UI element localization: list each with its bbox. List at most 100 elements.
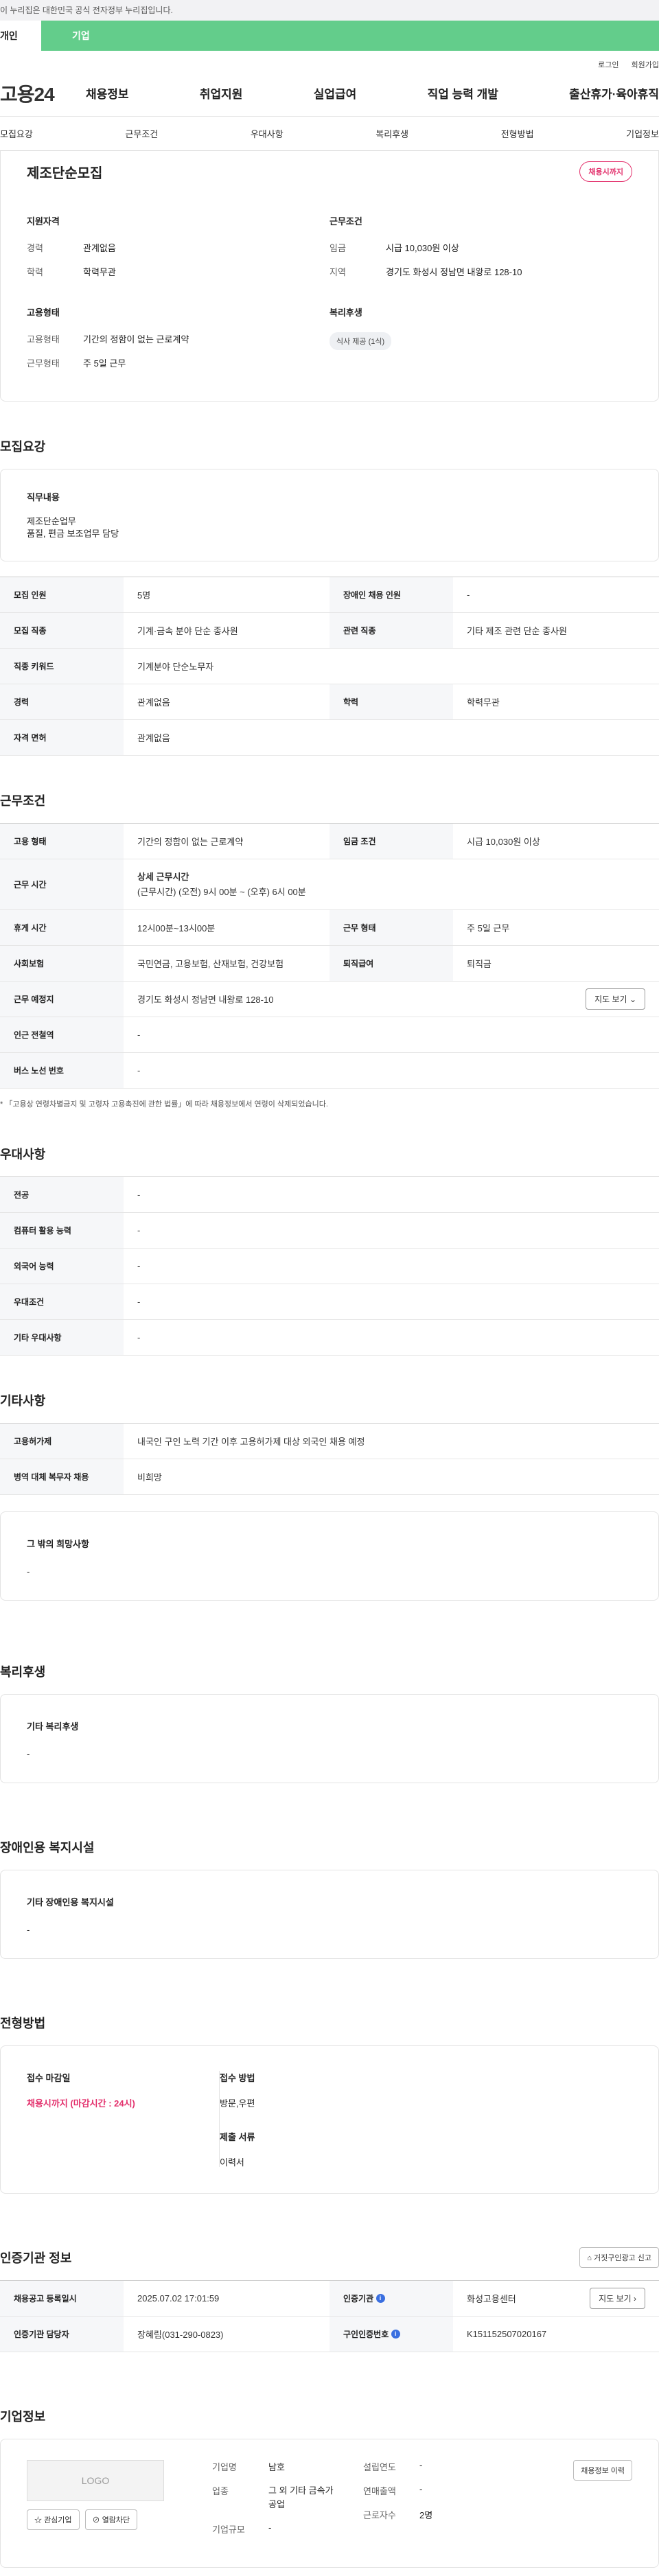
selection-card: 접수 마감일 채용시까지 (마감시간 : 24시) 접수 방법 방문,우편 제출…: [0, 2045, 659, 2194]
deadline-value: 채용시까지 (마감시간 : 24시): [27, 2098, 135, 2109]
other-wish-card: 그 밖의 희망사항 -: [0, 1511, 659, 1601]
th: 인증기관 i: [330, 2281, 453, 2316]
work-type-value: 주 5일 근무: [83, 358, 126, 369]
label: 학력: [27, 267, 43, 277]
gnb-item-support[interactable]: 취업지원: [200, 84, 243, 102]
gov-banner-text: 이 누리집은 대한민국 공식 전자정부 누리집입니다.: [0, 5, 173, 15]
agency-label: 인증기관: [343, 2294, 374, 2304]
agency-table: 채용공고 등록일시 2025.07.02 17:01:59 인증기관 i 화성고…: [0, 2280, 659, 2352]
th: 컴퓨터 활용 능력: [0, 1213, 124, 1248]
anchor-tab-recruit[interactable]: 모집요강: [0, 127, 33, 140]
age-notice: * 「고용상 연령차별금지 및 고령자 고용촉진에 관한 법률」에 따라 채용정…: [0, 1100, 328, 1109]
duty-title: 직무내용: [27, 492, 60, 502]
method-title: 접수 방법: [220, 2073, 255, 2083]
welfare-chip: 식사 제공 (1식): [330, 332, 392, 350]
th: 자격 면허: [0, 720, 124, 755]
th: 관련 직종: [330, 613, 453, 648]
deadline-title: 접수 마감일: [27, 2073, 71, 2083]
registration-value: 2025.07.02 17:01:59: [137, 2293, 220, 2304]
info-icon[interactable]: i: [375, 2294, 385, 2303]
th: 장애인 채용 인원: [330, 577, 453, 612]
gnb-item-jobs[interactable]: 채용정보: [86, 84, 129, 102]
th: 고용허가제: [0, 1424, 124, 1459]
education-value: 학력무관: [467, 697, 500, 708]
wage-value: 시급 10,030원 이상: [386, 243, 459, 253]
gnb-item-benefit[interactable]: 실업급여: [314, 84, 357, 102]
license-value: 관계없음: [137, 733, 170, 743]
map-view-label: 지도 보기: [594, 995, 627, 1004]
th: 전공: [0, 1177, 124, 1212]
anchor-tab-selection[interactable]: 전형방법: [501, 127, 534, 140]
manager-value: 장혜림(031-290-0823): [137, 2330, 224, 2340]
section-title-preference: 우대사항: [0, 1148, 46, 1161]
welfare-title: 복리후생: [330, 308, 362, 318]
block-company-button[interactable]: ⊘ 열람차단: [84, 2509, 138, 2530]
th: 휴게 시간: [0, 910, 124, 945]
anchor-tabs: 모집요강 근무조건 우대사항 복리후생 전형방법 기업정보: [0, 117, 659, 151]
duty-line: 품질, 편금 보조업무 담당: [27, 529, 119, 539]
disabled-headcount-value: -: [467, 590, 470, 600]
region-value: 경기도 화성시 정남면 내왕로 128-10: [386, 267, 522, 277]
gnb-item-leave[interactable]: 출산휴가·육아휴직: [569, 84, 659, 102]
th: 직종 키워드: [0, 649, 124, 684]
docs-value: 이력서: [220, 2157, 244, 2168]
sales-value: -: [419, 2484, 423, 2494]
report-ad-label: 거짓구인광고 신고: [593, 2254, 651, 2262]
label: 설립연도: [363, 2462, 396, 2472]
label: 업종: [212, 2486, 229, 2496]
etc-table: 고용허가제 내국인 구인 노력 기간 이후 고용허가제 대상 외국인 채용 예정 …: [0, 1423, 659, 1495]
th: 구인인증번호 i: [330, 2317, 453, 2352]
job-no-value: K151152507020167: [467, 2329, 547, 2339]
gnb-item-training[interactable]: 직업 능력 개발: [428, 84, 498, 102]
util-links: 로그인 회원가입: [0, 51, 659, 70]
th: 인증기관 담당자: [0, 2317, 124, 2352]
td: -: [137, 1190, 141, 1200]
tab-company[interactable]: 기업: [41, 21, 659, 51]
recruit-table: 모집 인원 5명 장애인 채용 인원 - 모집 직종 기계·금속 분야 단순 종…: [0, 577, 659, 756]
block-icon: ⊘: [92, 2516, 100, 2525]
experience-value: 관계없음: [83, 243, 116, 253]
anchor-tab-conditions[interactable]: 근무조건: [125, 127, 158, 140]
job-summary-card: 제조단순모집 채용시까지 지원자격 경력 관계없음 학력 학력무관 근무조건 임금 시…: [0, 151, 659, 402]
anchor-tab-company[interactable]: 기업정보: [626, 127, 659, 140]
interest-company-button[interactable]: ☆ 관심기업: [27, 2509, 80, 2530]
td: -: [137, 1225, 141, 1235]
method-value: 방문,우편: [220, 2098, 255, 2109]
company-logo: LOGO: [27, 2460, 164, 2501]
conditions-table: 고용 형태 기간의 정함이 없는 근로계약 임금 조건 시급 10,030원 이…: [0, 823, 659, 1089]
section-title-disabled: 장애인용 복지시설: [0, 1841, 95, 1855]
label: 근로자수: [363, 2510, 396, 2520]
emp-type-value: 기간의 정함이 없는 근로계약: [83, 334, 189, 345]
chevron-right-icon: ›: [634, 2294, 636, 2304]
join-link[interactable]: 회원가입: [632, 59, 659, 70]
company-name-value: 남호: [268, 2462, 285, 2472]
emp-type-value: 기간의 정함이 없는 근로계약: [137, 837, 244, 847]
company-card: LOGO ☆ 관심기업 ⊘ 열람차단 기업명 남호 업종 그 외 기타 금속가 공업 …: [0, 2439, 659, 2568]
th: 인근 전철역: [0, 1017, 124, 1052]
th: 근무 시간: [0, 859, 124, 909]
label: 기업명: [212, 2462, 237, 2472]
agency-view-button[interactable]: 지도 보기 ›: [590, 2288, 645, 2309]
anchor-tab-preference[interactable]: 우대사항: [251, 127, 284, 140]
education-value: 학력무관: [83, 267, 116, 277]
company-size-value: -: [268, 2522, 272, 2533]
conditions-title: 근무조건: [330, 216, 362, 227]
info-icon[interactable]: i: [391, 2330, 400, 2339]
anchor-tab-welfare[interactable]: 복리후생: [375, 127, 408, 140]
th: 근무 예정지: [0, 982, 124, 1017]
job-history-button[interactable]: 채용정보 이력: [573, 2460, 632, 2481]
qualification-title: 지원자격: [27, 216, 60, 227]
label: 지역: [330, 267, 346, 277]
experience-value: 관계없음: [137, 697, 170, 708]
tab-personal[interactable]: 개인: [0, 21, 41, 51]
map-view-button[interactable]: 지도 보기 ⌄: [586, 988, 645, 1010]
global-nav: 고용24 채용정보 취업지원 실업급여 직업 능력 개발 출산휴가·육아휴직: [0, 70, 659, 117]
th: 임금 조건: [330, 824, 453, 859]
th: 퇴직급여: [330, 946, 453, 981]
section-title-etc: 기타사항: [0, 1394, 46, 1408]
agency-value: 화성고용센터: [467, 2294, 516, 2304]
login-link[interactable]: 로그인: [598, 59, 618, 70]
founded-year-value: -: [419, 2460, 423, 2470]
report-ad-button[interactable]: ⌂ 거짓구인광고 신고: [579, 2247, 659, 2268]
site-logo[interactable]: 고용24: [0, 80, 82, 107]
